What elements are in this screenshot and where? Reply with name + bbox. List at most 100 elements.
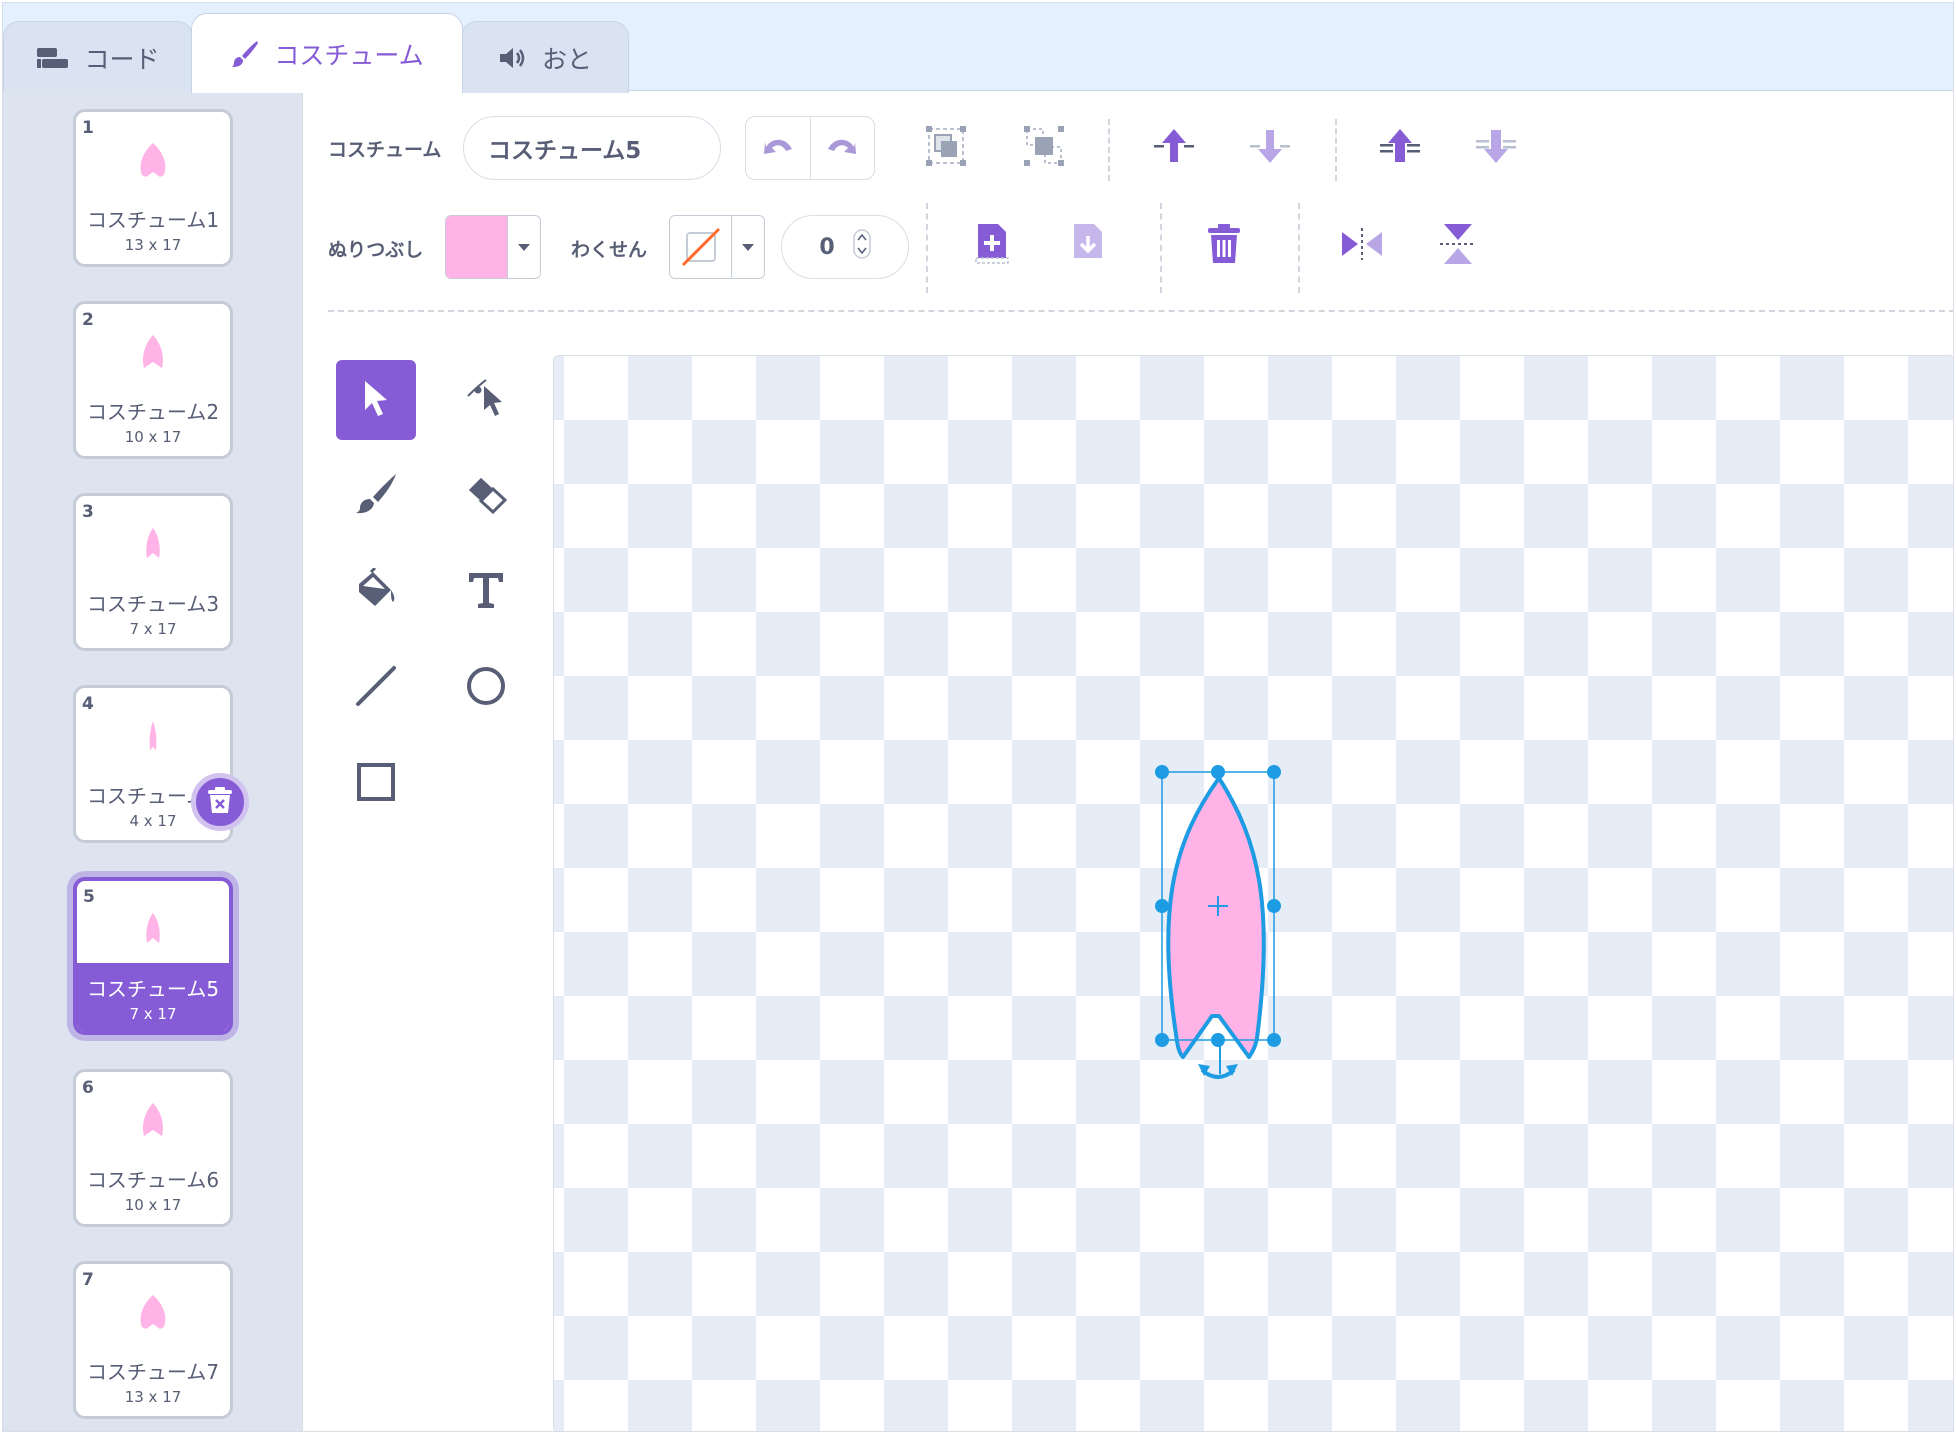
arrow-down-icon [1248, 126, 1292, 170]
handle-top-center [1211, 765, 1225, 779]
text-tool[interactable] [446, 552, 526, 632]
costume-name: コスチューム3 [86, 592, 220, 616]
toolbar-divider [1298, 203, 1300, 293]
circle-tool[interactable] [446, 648, 526, 728]
costume-name: コスチューム2 [86, 400, 220, 424]
fill-color-picker[interactable] [445, 215, 541, 279]
paste-button[interactable] [967, 221, 1017, 271]
handle-middle-left [1155, 899, 1169, 913]
select-tool[interactable] [336, 360, 416, 440]
stepper-icon[interactable] [852, 229, 871, 265]
sound-icon [498, 46, 528, 70]
paint-bucket-icon [353, 566, 399, 616]
tab-sounds-label: おと [541, 44, 592, 74]
toolbar-divider [1335, 119, 1337, 181]
toolbar-bottom-divider [328, 310, 1953, 312]
front-button[interactable] [1375, 123, 1425, 173]
backward-button[interactable] [1245, 123, 1295, 173]
outline-width-value: 0 [819, 234, 835, 260]
costume-name: コスチューム6 [86, 1168, 220, 1192]
selection-handles [1155, 765, 1281, 1079]
flip-horizontal-icon [1340, 226, 1384, 266]
tab-costumes[interactable]: コスチューム [191, 13, 463, 93]
toolbar-divider [1108, 119, 1110, 181]
trash-icon [1206, 223, 1242, 269]
group-button[interactable] [921, 123, 971, 173]
costume-thumbnail [76, 1282, 230, 1342]
costume-thumbnail [76, 130, 230, 190]
flip-vertical-button[interactable] [1433, 221, 1483, 271]
costume-item-5[interactable]: 5 コスチューム5 7 x 17 [73, 877, 233, 1035]
line-tool[interactable] [336, 648, 416, 728]
forward-button[interactable] [1149, 123, 1199, 173]
line-icon [354, 664, 398, 712]
outline-label: わくせん [571, 239, 648, 261]
circle-icon [465, 665, 507, 711]
delete-costume-button[interactable] [191, 773, 249, 831]
reshape-icon [464, 376, 508, 424]
redo-icon [826, 135, 858, 161]
costume-item-6[interactable]: 6 コスチューム6 10 x 17 [73, 1069, 233, 1227]
tab-sounds[interactable]: おと [461, 21, 629, 93]
copy-icon [1068, 222, 1108, 270]
brush-tool[interactable] [336, 456, 416, 536]
undo-button[interactable] [746, 117, 810, 179]
handle-top-right [1267, 765, 1281, 779]
undo-redo-group [745, 116, 875, 180]
tab-costumes-label: コスチューム [274, 40, 424, 70]
delete-button[interactable] [1199, 221, 1249, 271]
costume-thumbnail [76, 706, 230, 766]
undo-icon [762, 135, 794, 161]
ungroup-icon [1023, 125, 1065, 171]
eraser-icon [463, 474, 509, 518]
brush-icon [354, 472, 398, 520]
costume-thumbnail [76, 322, 230, 382]
handle-bottom-center [1211, 1033, 1225, 1047]
eraser-tool[interactable] [446, 456, 526, 536]
costume-item-2[interactable]: 2 コスチューム2 10 x 17 [73, 301, 233, 459]
costume-item-3[interactable]: 3 コスチューム3 7 x 17 [73, 493, 233, 651]
paint-canvas[interactable] [553, 355, 1953, 1431]
rotate-handle-icon [1198, 1064, 1238, 1079]
flip-horizontal-button[interactable] [1337, 221, 1387, 271]
outline-color-picker[interactable] [669, 215, 765, 279]
code-icon [36, 47, 70, 69]
outline-width-input[interactable]: 0 [781, 215, 909, 279]
toolbar-divider [1160, 203, 1162, 293]
group-icon [925, 125, 967, 171]
chevron-down-icon [508, 216, 540, 278]
reshape-tool[interactable] [446, 360, 526, 440]
tab-bar: コード コスチューム おと [3, 3, 1953, 93]
costume-name: コスチューム7 [86, 1360, 220, 1384]
copy-button[interactable] [1063, 221, 1113, 271]
trash-icon [207, 786, 233, 818]
fill-tool[interactable] [336, 552, 416, 632]
costume-list: 1 コスチューム1 13 x 17 2 コスチューム2 10 x 17 3 コス… [3, 91, 303, 1431]
ungroup-button[interactable] [1019, 123, 1069, 173]
handle-bottom-right [1267, 1033, 1281, 1047]
cursor-arrow-icon [359, 378, 393, 422]
tab-code-label: コード [84, 44, 160, 74]
costume-thumbnail [77, 899, 229, 959]
send-to-back-icon [1474, 126, 1518, 170]
toolbar-divider [926, 203, 928, 293]
outline-swatch [670, 216, 732, 278]
costume-item-7[interactable]: 7 コスチューム7 13 x 17 [73, 1261, 233, 1419]
paint-editor-window: コード コスチューム おと 1 コスチューム1 13 x 17 2 コスチューム… [2, 2, 1954, 1432]
costume-size: 13 x 17 [124, 236, 182, 254]
costume-size: 7 x 17 [129, 620, 177, 638]
handle-middle-right [1267, 899, 1281, 913]
costume-name: コスチューム5 [86, 977, 220, 1001]
costume-name-input[interactable]: コスチューム5 [463, 116, 721, 180]
handle-bottom-left [1155, 1033, 1169, 1047]
costume-size: 7 x 17 [129, 1005, 177, 1023]
rectangle-tool[interactable] [336, 744, 416, 824]
costume-size: 13 x 17 [124, 1388, 182, 1406]
arrow-up-icon [1152, 126, 1196, 170]
costume-thumbnail [76, 514, 230, 574]
center-crosshair-icon [1208, 896, 1228, 916]
redo-button[interactable] [809, 117, 875, 179]
costume-item-1[interactable]: 1 コスチューム1 13 x 17 [73, 109, 233, 267]
back-button[interactable] [1471, 123, 1521, 173]
tab-code[interactable]: コード [3, 21, 193, 93]
